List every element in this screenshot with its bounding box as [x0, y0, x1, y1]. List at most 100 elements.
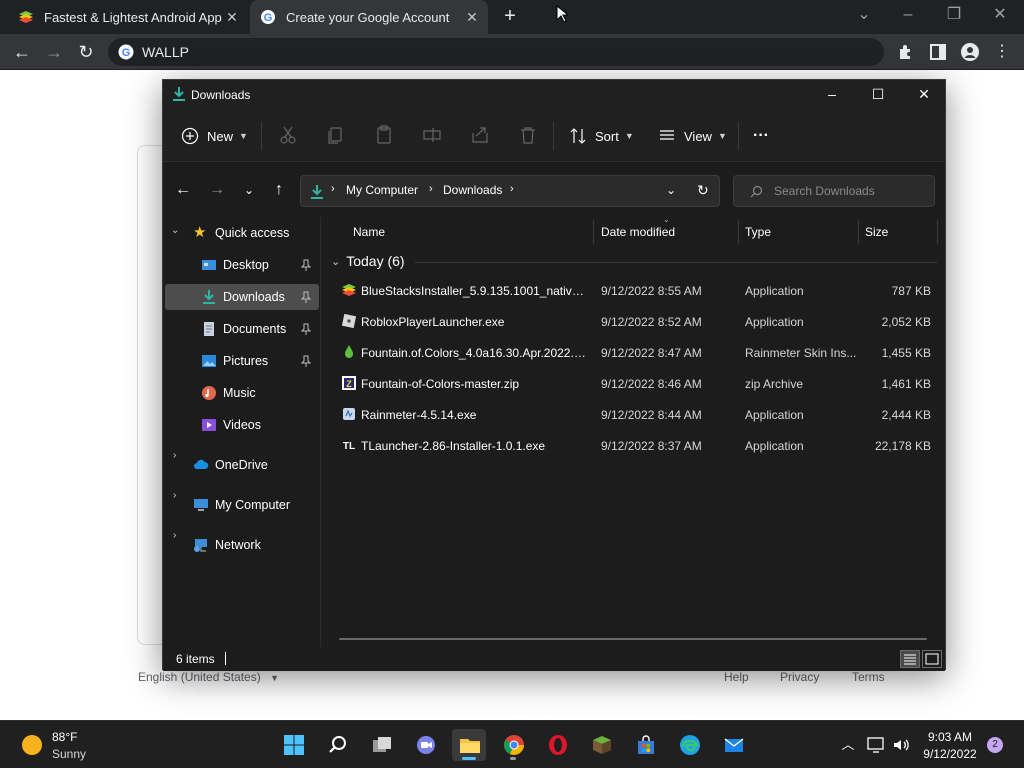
view-button[interactable]: View ▼ [658, 122, 727, 150]
clock-time[interactable]: 9:03 AM [920, 730, 980, 744]
back-arrow-icon[interactable]: ← [10, 40, 34, 64]
nav-desktop[interactable]: Desktop [165, 252, 319, 278]
network-display-icon[interactable] [866, 735, 886, 755]
close-window-button[interactable]: ✕ [901, 80, 947, 110]
refresh-icon[interactable]: ↻ [697, 182, 709, 199]
nav-pictures[interactable]: Pictures [165, 348, 319, 374]
terms-link[interactable]: Terms [852, 670, 885, 684]
file-explorer-taskbar-button[interactable] [452, 729, 486, 761]
close-browser-button[interactable]: ✕ [978, 4, 1022, 30]
group-header-today[interactable]: ⌄ Today (6) [331, 253, 405, 269]
help-link[interactable]: Help [724, 670, 749, 684]
horizontal-scrollbar[interactable] [339, 638, 927, 640]
file-row[interactable]: RobloxPlayerLauncher.exe 9/12/2022 8:52 … [333, 306, 933, 337]
minecraft-taskbar-button[interactable] [584, 729, 618, 761]
maximize-window-button[interactable]: ☐ [855, 80, 901, 110]
show-hidden-icons-chevron-icon[interactable]: ︿ [838, 735, 858, 755]
weather-description[interactable]: Sunny [52, 747, 86, 761]
weather-temperature[interactable]: 88°F [52, 730, 77, 744]
taskbar-search-button[interactable] [320, 729, 354, 761]
profile-avatar-icon[interactable] [960, 42, 980, 62]
side-panel-icon[interactable] [928, 42, 948, 62]
file-row[interactable]: Fountain.of.Colors_4.0a16.30.Apr.2022.r.… [333, 337, 933, 368]
column-divider[interactable] [593, 220, 594, 244]
chrome-taskbar-button[interactable] [496, 729, 530, 761]
browser-tab-google-account[interactable]: G Create your Google Account ✕ [250, 0, 488, 34]
extensions-icon[interactable] [896, 42, 916, 62]
file-row[interactable]: Z Fountain-of-Colors-master.zip 9/12/202… [333, 368, 933, 399]
nav-music[interactable]: Music [165, 380, 319, 406]
paste-icon[interactable] [373, 124, 395, 146]
back-arrow-icon[interactable]: ← [171, 177, 195, 203]
pin-icon[interactable] [301, 291, 311, 303]
sun-weather-icon[interactable] [22, 735, 42, 755]
restore-browser-button[interactable]: ❐ [932, 4, 976, 30]
close-tab-icon[interactable]: ✕ [224, 9, 240, 25]
nav-my-computer[interactable]: My Computer [165, 492, 319, 518]
nav-videos[interactable]: Videos [165, 412, 319, 438]
breadcrumb-chevron-icon[interactable]: › [429, 183, 433, 195]
mail-taskbar-button[interactable] [716, 729, 750, 761]
share-icon[interactable] [469, 124, 491, 146]
column-divider[interactable] [738, 220, 739, 244]
menu-kebab-icon[interactable]: ⋮ [990, 40, 1014, 64]
pin-icon[interactable] [301, 259, 311, 271]
minimize-window-button[interactable]: – [809, 80, 855, 110]
breadcrumb-chevron-icon[interactable]: › [510, 183, 514, 195]
details-view-button[interactable] [900, 650, 920, 668]
cut-icon[interactable] [277, 124, 299, 146]
volume-icon[interactable] [891, 735, 911, 755]
column-header-date[interactable]: Date modified [601, 225, 675, 239]
minimize-browser-button[interactable]: – [886, 4, 930, 30]
forward-arrow-icon[interactable]: → [205, 177, 229, 203]
recent-locations-chevron-icon[interactable]: ⌄ [237, 177, 261, 203]
sort-button[interactable]: Sort ▼ [569, 122, 634, 150]
column-header-size[interactable]: Size [865, 225, 888, 239]
forward-arrow-icon[interactable]: → [42, 40, 66, 64]
privacy-link[interactable]: Privacy [780, 670, 819, 684]
address-bar[interactable]: › My Computer › Downloads › ⌄ ↻ [300, 175, 720, 207]
task-view-button[interactable] [364, 729, 398, 761]
more-options-button[interactable]: ··· [753, 122, 769, 150]
delete-icon[interactable] [517, 124, 539, 146]
nav-network[interactable]: Network [165, 532, 319, 558]
close-tab-icon[interactable]: ✕ [464, 9, 480, 25]
column-header-type[interactable]: Type [745, 225, 771, 239]
breadcrumb-chevron-icon[interactable]: › [331, 183, 335, 195]
tab-search-chevron-icon[interactable]: ⌄ [842, 4, 886, 30]
notification-badge[interactable]: 2 [987, 737, 1003, 753]
pane-divider[interactable] [320, 217, 321, 647]
tiles-view-button[interactable] [922, 650, 942, 668]
new-tab-button[interactable]: + [498, 5, 522, 29]
file-row[interactable]: Rainmeter-4.5.14.exe 9/12/2022 8:44 AM A… [333, 399, 933, 430]
rename-icon[interactable] [421, 124, 443, 146]
nav-onedrive[interactable]: OneDrive [165, 452, 319, 478]
nav-documents[interactable]: Documents [165, 316, 319, 342]
teams-chat-button[interactable] [408, 729, 442, 761]
breadcrumb-downloads[interactable]: Downloads [443, 183, 502, 197]
address-bar[interactable]: G WALLP [108, 38, 884, 66]
file-row[interactable]: BlueStacksInstaller_5.9.135.1001_native_… [333, 275, 933, 306]
file-row[interactable]: TL TLauncher-2.86-Installer-1.0.1.exe 9/… [333, 430, 933, 461]
clock-date[interactable]: 9/12/2022 [920, 747, 980, 761]
column-divider[interactable] [937, 220, 938, 244]
new-button[interactable]: New ▼ [181, 122, 248, 150]
microsoft-store-button[interactable] [628, 729, 662, 761]
nav-downloads[interactable]: Downloads [165, 284, 319, 310]
breadcrumb-my-computer[interactable]: My Computer [346, 183, 418, 197]
reload-icon[interactable]: ↻ [74, 40, 98, 64]
browser-tab-bluestacks[interactable]: Fastest & Lightest Android App Player ✕ [8, 0, 248, 34]
pin-icon[interactable] [301, 323, 311, 335]
pin-icon[interactable] [301, 355, 311, 367]
opera-taskbar-button[interactable] [540, 729, 574, 761]
language-selector[interactable]: English (United States) ▼ [138, 670, 279, 684]
column-header-name[interactable]: Name [353, 225, 385, 239]
start-button[interactable] [276, 729, 310, 761]
nav-quick-access[interactable]: ★ Quick access [165, 220, 319, 246]
up-arrow-icon[interactable]: ↑ [267, 177, 291, 203]
search-input[interactable]: Search Downloads [733, 175, 935, 207]
address-dropdown-chevron-icon[interactable]: ⌄ [666, 183, 676, 197]
column-divider[interactable] [858, 220, 859, 244]
copy-icon[interactable] [325, 124, 347, 146]
edge-taskbar-button[interactable] [672, 729, 706, 761]
